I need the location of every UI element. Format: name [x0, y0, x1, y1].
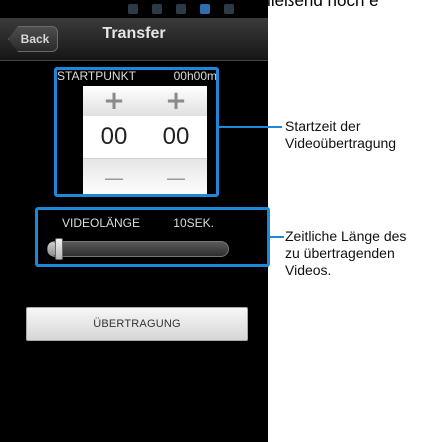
page-title: Transfer [102, 25, 166, 42]
transfer-button[interactable]: ÜBERTRAGUNG [26, 307, 248, 341]
video-length-callout-line [270, 236, 284, 238]
start-time-annotation: Startzeit der Videoübertragung [285, 118, 396, 152]
status-bar [0, 0, 268, 18]
annotation-line: zu übertragenden [285, 245, 395, 261]
status-icon [200, 4, 210, 14]
video-length-annotation: Zeitliche Länge des zu übertragenden Vid… [285, 228, 406, 279]
annotation-line: Videoübertragung [285, 135, 397, 151]
status-icon [152, 4, 162, 14]
video-length-callout-box [35, 207, 270, 267]
status-icon [176, 4, 186, 14]
start-point-callout-box [54, 67, 219, 197]
status-icon [224, 4, 234, 14]
annotation-line: Videos. [285, 262, 332, 278]
app-header: Back Transfer [0, 18, 268, 61]
start-point-callout-line [219, 126, 282, 128]
annotation-line: Startzeit der [285, 118, 361, 134]
status-icon [128, 4, 138, 14]
annotation-line: Zeitliche Länge des [285, 228, 407, 244]
